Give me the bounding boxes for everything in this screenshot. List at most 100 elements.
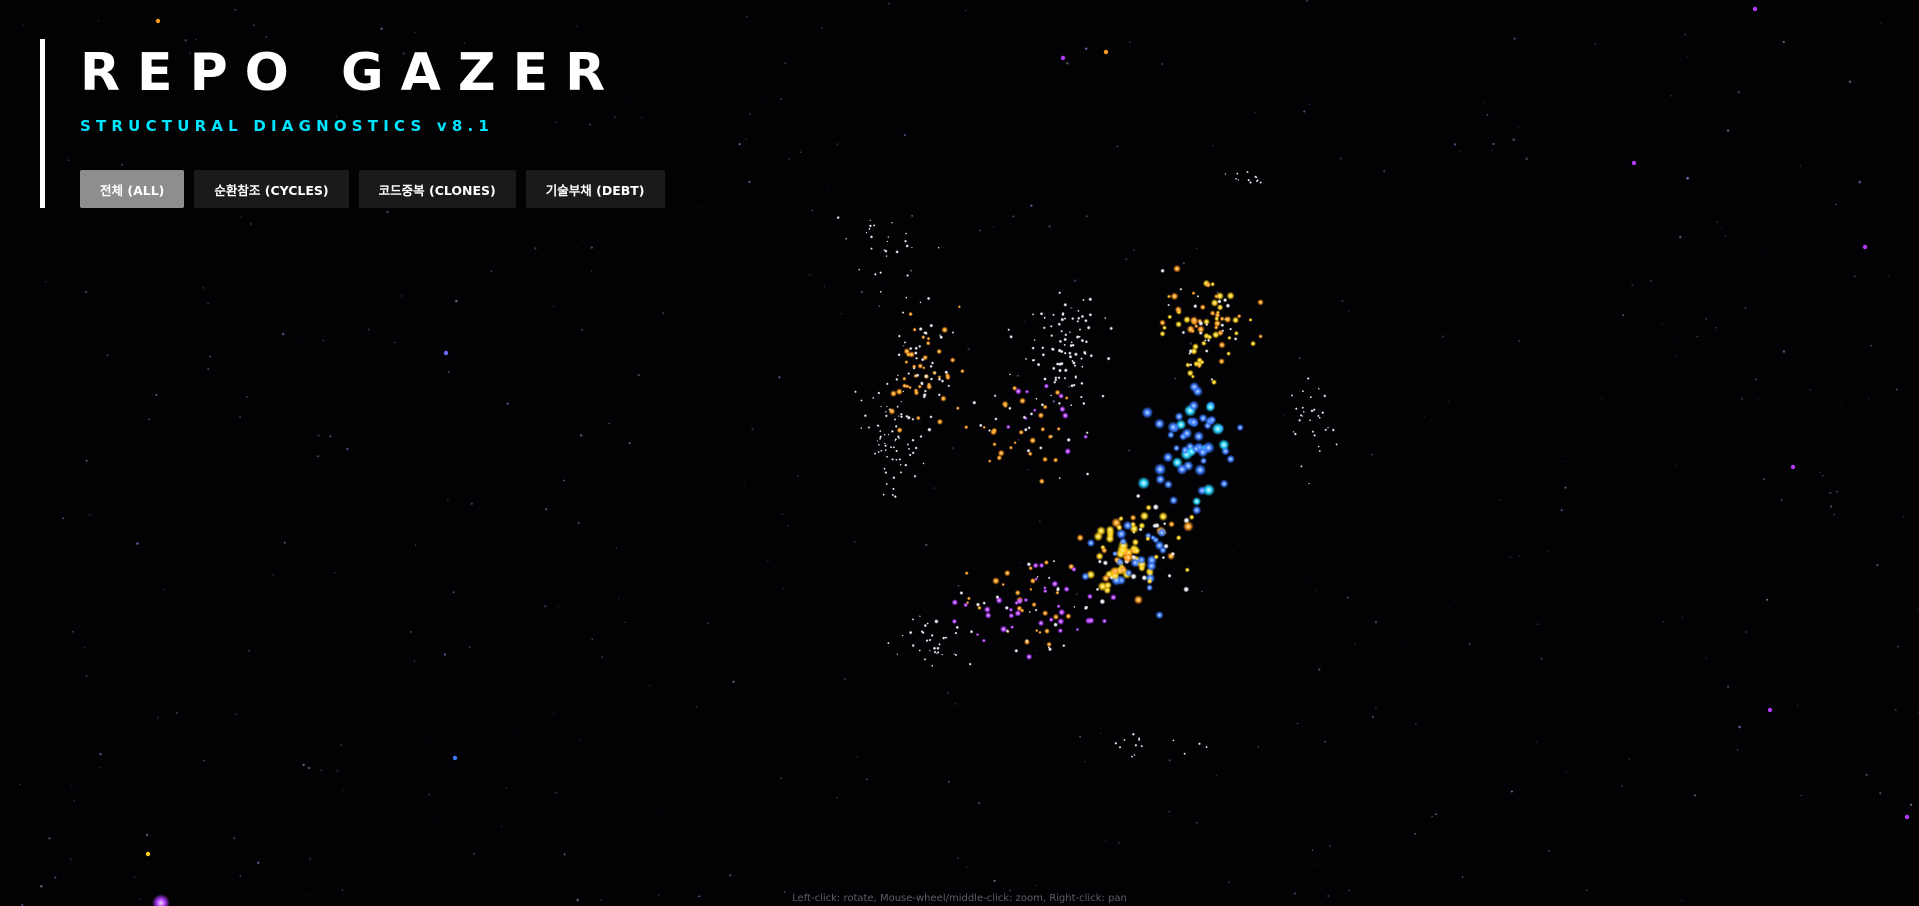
- background-star: [649, 685, 651, 687]
- graph-node: [1137, 555, 1146, 565]
- background-star: [1308, 103, 1311, 105]
- background-star: [88, 513, 91, 517]
- graph-node: [1048, 617, 1054, 623]
- graph-node: [1008, 373, 1012, 376]
- background-star: [1631, 160, 1637, 166]
- graph-node: [1008, 406, 1012, 411]
- graph-node: [917, 384, 922, 389]
- background-star: [145, 851, 151, 857]
- graph-node: [928, 638, 932, 642]
- graph-node: [1028, 565, 1034, 571]
- graph-node: [1038, 630, 1042, 635]
- graph-node: [1029, 412, 1034, 416]
- background-star: [695, 705, 698, 708]
- graph-node: [1317, 445, 1320, 448]
- graph-node: [1131, 732, 1135, 736]
- graph-node: [964, 571, 969, 576]
- filter-clones-button[interactable]: 코드중복 (CLONES): [358, 170, 516, 208]
- background-star: [1103, 49, 1109, 55]
- background-star: [1800, 794, 1802, 796]
- graph-node: [903, 347, 911, 355]
- graph-node: [953, 653, 956, 655]
- background-star: [782, 587, 785, 590]
- graph-node: [1047, 576, 1051, 580]
- graph-node: [1023, 597, 1029, 603]
- background-star: [978, 229, 981, 232]
- graph-node: [1218, 439, 1230, 451]
- graph-node: [1078, 328, 1082, 331]
- background-star: [1431, 815, 1433, 818]
- graph-node: [938, 643, 941, 646]
- graph-node: [1050, 394, 1053, 397]
- background-star: [1374, 621, 1378, 624]
- graph-node: [1073, 352, 1078, 357]
- background-star: [577, 521, 580, 525]
- graph-node: [1141, 574, 1148, 581]
- background-star: [756, 191, 758, 193]
- graph-node: [886, 240, 889, 243]
- background-star: [781, 513, 783, 515]
- graph-node: [1179, 287, 1183, 291]
- graph-node: [1174, 306, 1182, 314]
- graph-node: [1145, 536, 1151, 542]
- graph-node: [991, 427, 998, 434]
- graph-node: [908, 630, 913, 635]
- graph-node: [1135, 493, 1141, 499]
- graph-node: [899, 412, 903, 416]
- background-star: [490, 270, 493, 273]
- graph-node: [1162, 325, 1167, 331]
- graph-node: [1202, 441, 1215, 454]
- background-star: [1212, 145, 1214, 147]
- background-star: [1716, 221, 1718, 223]
- filter-cycles-button[interactable]: 순환참조 (CYCLES): [194, 170, 349, 208]
- graph-node: [1031, 313, 1035, 316]
- background-star: [447, 370, 450, 374]
- graph-node: [1038, 446, 1043, 450]
- background-star: [1168, 810, 1171, 813]
- graph-node: [1047, 647, 1053, 652]
- background-star: [341, 889, 344, 891]
- filter-debt-button[interactable]: 기술부채 (DEBT): [525, 170, 665, 208]
- graph-node: [1150, 534, 1156, 541]
- graph-node: [1066, 437, 1071, 443]
- background-star: [500, 825, 503, 827]
- background-star: [155, 18, 161, 24]
- graph-node: [934, 619, 939, 624]
- background-star: [1740, 397, 1744, 401]
- graph-node: [1302, 410, 1305, 413]
- background-star: [817, 506, 819, 508]
- graph-node: [1257, 299, 1264, 306]
- background-star: [1453, 143, 1457, 146]
- background-star: [309, 858, 312, 860]
- background-star: [836, 143, 839, 146]
- graph-node: [904, 463, 908, 467]
- graph-node: [1321, 411, 1325, 415]
- graph-node: [1081, 572, 1090, 581]
- graph-node: [1226, 291, 1235, 300]
- graph-node: [993, 394, 997, 398]
- graph-node: [865, 231, 868, 234]
- background-star: [1594, 42, 1597, 45]
- background-star: [808, 273, 811, 276]
- graph-node: [1068, 351, 1072, 355]
- filter-all-button[interactable]: 전체 (ALL): [80, 170, 185, 208]
- graph-node: [1105, 534, 1115, 544]
- graph-node: [922, 462, 925, 465]
- graph-node: [955, 406, 960, 411]
- graph-node: [1212, 331, 1220, 339]
- graph-node: [914, 346, 918, 351]
- background-star: [148, 418, 151, 421]
- graph-node: [1202, 483, 1216, 497]
- graph-node: [889, 445, 893, 449]
- graph-node: [1173, 264, 1181, 273]
- graph-node: [1076, 319, 1080, 323]
- graph-node: [1052, 559, 1056, 563]
- background-star: [615, 546, 618, 549]
- background-star: [163, 588, 166, 591]
- graph-node: [929, 415, 933, 419]
- graph-node: [1182, 520, 1194, 532]
- background-star: [1833, 513, 1836, 516]
- background-star: [999, 495, 1001, 497]
- background-star: [835, 691, 836, 692]
- background-star: [1034, 650, 1037, 652]
